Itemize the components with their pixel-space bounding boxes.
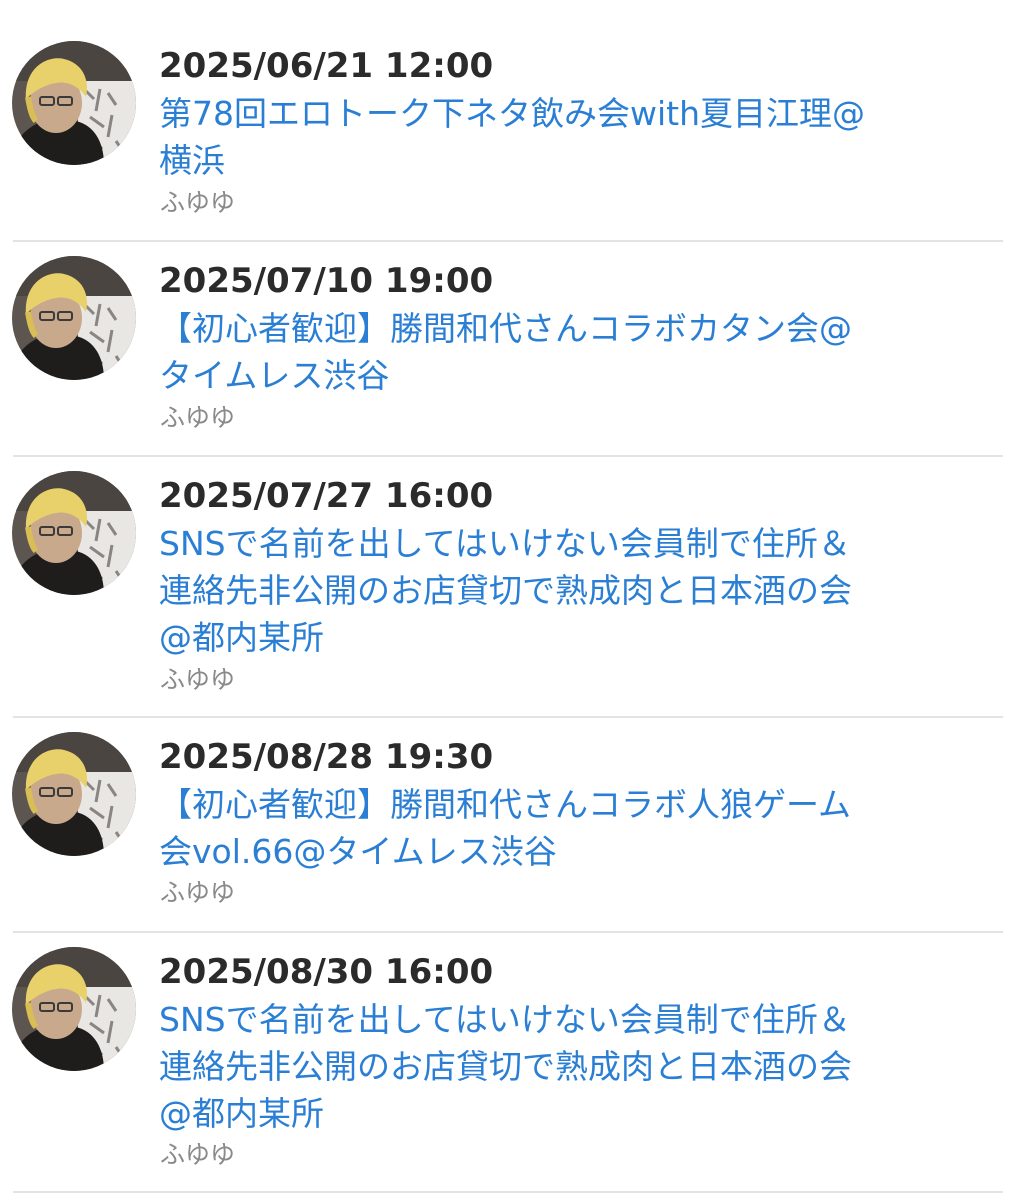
- avatar-image: [12, 732, 136, 856]
- event-title-line: 会vol.66@タイムレス渋谷: [159, 832, 557, 871]
- event-title-link[interactable]: SNSで名前を出してはいけない会員制で住所＆ 連絡先非公開のお店貸切で熟成肉と日…: [159, 996, 959, 1137]
- event-title-line: @都内某所: [159, 618, 324, 657]
- event-title-line: 【初心者歓迎】勝間和代さんコラボ人狼ゲーム: [159, 785, 852, 824]
- avatar-image: [12, 947, 136, 1071]
- event-title-link[interactable]: 【初心者歓迎】勝間和代さんコラボ人狼ゲーム 会vol.66@タイムレス渋谷: [159, 781, 959, 875]
- event-title-line: SNSで名前を出してはいけない会員制で住所＆: [159, 1000, 851, 1039]
- avatar-image: [12, 256, 136, 380]
- event-datetime: 2025/07/10 19:00: [159, 261, 494, 301]
- event-organizer: ふゆゆ: [160, 1140, 236, 1169]
- avatar[interactable]: [12, 471, 136, 595]
- event-organizer: ふゆゆ: [160, 188, 236, 217]
- event-title-line: SNSで名前を出してはいけない会員制で住所＆: [159, 524, 851, 563]
- event-title-line: タイムレス渋谷: [159, 356, 390, 395]
- avatar-image: [12, 471, 136, 595]
- event-item[interactable]: 2025/06/21 12:00 第78回エロトーク下ネタ飲み会with夏目江理…: [0, 0, 1016, 242]
- event-list: 2025/06/21 12:00 第78回エロトーク下ネタ飲み会with夏目江理…: [0, 0, 1016, 1200]
- avatar-image: [12, 41, 136, 165]
- event-title-link[interactable]: 【初心者歓迎】勝間和代さんコラボカタン会@ タイムレス渋谷: [159, 305, 959, 399]
- event-datetime: 2025/06/21 12:00: [159, 46, 494, 86]
- avatar[interactable]: [12, 256, 136, 380]
- event-datetime: 2025/08/28 19:30: [159, 737, 494, 777]
- event-title-line: 横浜: [159, 141, 225, 180]
- event-item[interactable]: 2025/08/28 19:30 【初心者歓迎】勝間和代さんコラボ人狼ゲーム 会…: [0, 691, 1016, 933]
- event-title-line: 第78回エロトーク下ネタ飲み会with夏目江理@: [159, 94, 866, 133]
- avatar[interactable]: [12, 41, 136, 165]
- avatar[interactable]: [12, 732, 136, 856]
- event-title-link[interactable]: SNSで名前を出してはいけない会員制で住所＆ 連絡先非公開のお店貸切で熟成肉と日…: [159, 520, 959, 661]
- event-item[interactable]: 2025/08/30 16:00 SNSで名前を出してはいけない会員制で住所＆ …: [0, 906, 1016, 1200]
- event-title-line: @都内某所: [159, 1094, 324, 1133]
- divider: [13, 1191, 1003, 1193]
- avatar[interactable]: [12, 947, 136, 1071]
- event-title-line: 連絡先非公開のお店貸切で熟成肉と日本酒の会: [159, 1047, 852, 1086]
- event-datetime: 2025/07/27 16:00: [159, 476, 494, 516]
- event-item[interactable]: 2025/07/10 19:00 【初心者歓迎】勝間和代さんコラボカタン会@ タ…: [0, 215, 1016, 457]
- event-item[interactable]: 2025/07/27 16:00 SNSで名前を出してはいけない会員制で住所＆ …: [0, 430, 1016, 718]
- event-title-link[interactable]: 第78回エロトーク下ネタ飲み会with夏目江理@ 横浜: [159, 90, 959, 184]
- event-title-line: 【初心者歓迎】勝間和代さんコラボカタン会@: [159, 309, 852, 348]
- event-title-line: 連絡先非公開のお店貸切で熟成肉と日本酒の会: [159, 571, 852, 610]
- event-organizer: ふゆゆ: [160, 403, 236, 432]
- event-datetime: 2025/08/30 16:00: [159, 952, 494, 992]
- event-organizer: ふゆゆ: [160, 878, 236, 907]
